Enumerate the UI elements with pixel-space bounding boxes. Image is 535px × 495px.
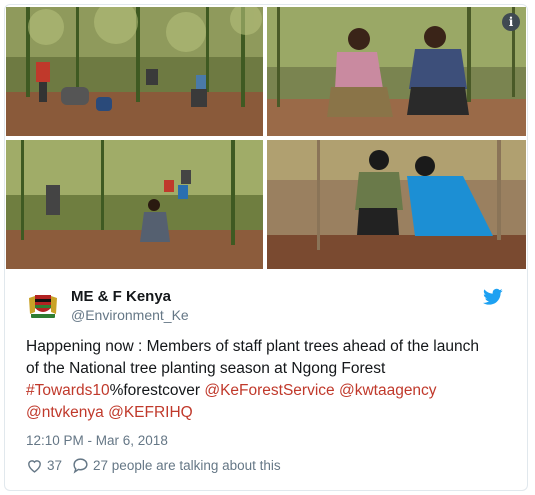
photo-tree-planting-group[interactable] — [6, 7, 263, 136]
tweet-timestamp[interactable]: 12:10 PM - Mar 6, 2018 — [26, 433, 168, 448]
author-name[interactable]: ME & F Kenya — [71, 288, 171, 305]
tweet-text-line1: Happening now : Members of staff plant t… — [26, 338, 479, 355]
comment-icon — [73, 458, 88, 474]
like-action[interactable]: 37 — [26, 457, 62, 474]
mention-kwtaagency[interactable]: @kwtaagency — [339, 382, 437, 399]
mention-keforestservice[interactable]: @KeForestService — [204, 382, 334, 399]
heart-icon — [28, 460, 41, 473]
author-handle[interactable]: @Environment_Ke — [71, 307, 189, 323]
author-avatar[interactable] — [25, 286, 61, 322]
tweet-card: i ME & F Kenya @Environment_Ke Happening… — [4, 4, 528, 491]
hashtag-towards10[interactable]: #Towards10 — [26, 382, 110, 399]
tweet-actions: 37 27 people are talking about this — [26, 457, 291, 474]
tweet-text-hashtag-suffix: %forestcover — [109, 382, 205, 399]
mention-kefrihq[interactable]: @KEFRIHQ — [108, 404, 193, 421]
photo-planting-field-workers[interactable] — [6, 140, 263, 269]
info-icon[interactable]: i — [502, 13, 520, 31]
photo-planting-pair-women[interactable] — [267, 140, 526, 269]
photo-grid[interactable]: i — [5, 5, 527, 270]
reply-action[interactable]: 27 people are talking about this — [72, 457, 281, 474]
like-count: 37 — [47, 458, 63, 473]
tweet-text: Happening now : Members of staff plant t… — [26, 336, 516, 424]
twitter-bird-icon[interactable] — [483, 288, 503, 306]
talking-count: 27 people are talking about this — [93, 458, 281, 473]
photo-planting-pair-men[interactable] — [267, 7, 526, 136]
kenya-coat-of-arms-icon — [25, 286, 61, 322]
tweet-text-line2: of the National tree planting season at … — [26, 360, 386, 377]
mention-ntvkenya[interactable]: @ntvkenya — [26, 404, 104, 421]
